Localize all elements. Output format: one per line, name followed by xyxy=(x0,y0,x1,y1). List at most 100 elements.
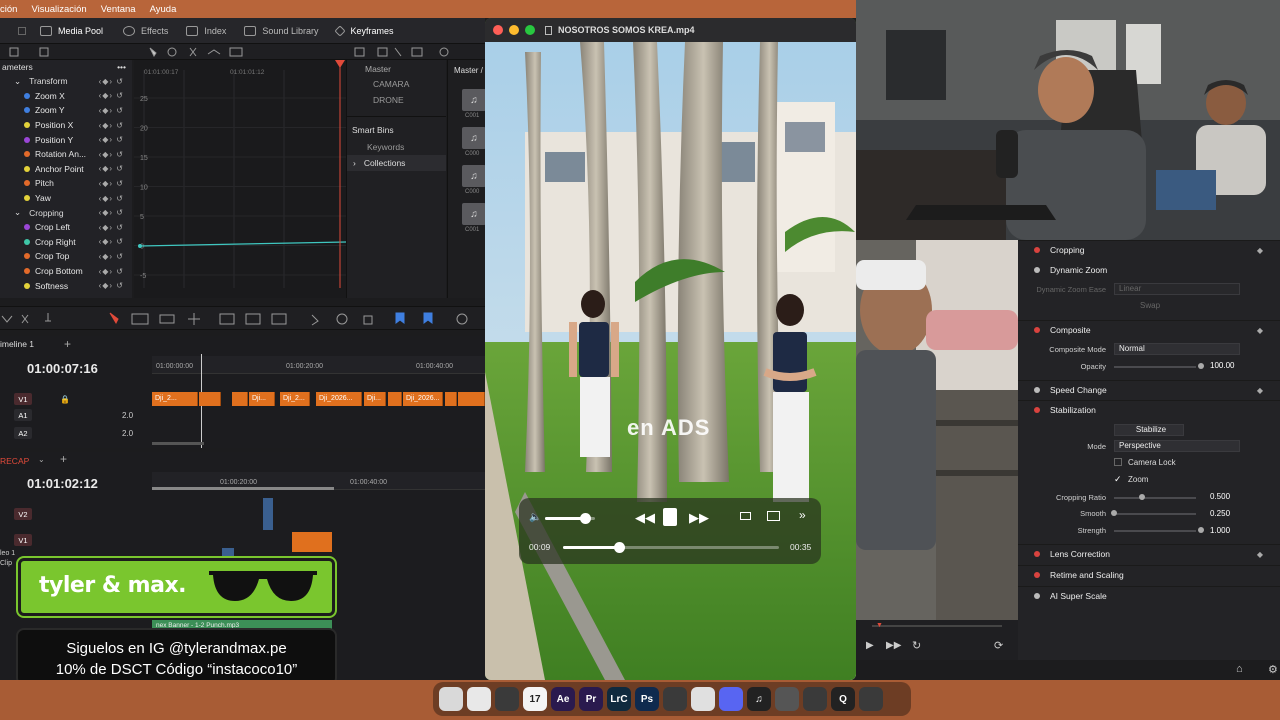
rewind-icon[interactable]: ◀◀ xyxy=(635,510,655,526)
dock-app-icon[interactable] xyxy=(691,687,715,711)
section-lens-correction[interactable]: Lens Correction ◆ xyxy=(1018,544,1280,563)
dynamic-zoom-ease-dropdown[interactable]: Linear xyxy=(1114,283,1240,295)
keyframe-nav-icon[interactable]: ‹◆› ↺ xyxy=(99,179,124,188)
audio-clip-thumb[interactable]: ♫ xyxy=(462,165,486,187)
keyframe-nav-icon[interactable]: ‹◆› ↺ xyxy=(99,150,124,159)
dock-app-icon[interactable] xyxy=(663,687,687,711)
minimize-window-button[interactable] xyxy=(509,25,519,35)
airplay-icon[interactable] xyxy=(740,512,751,520)
video-clip[interactable]: Dji_2026... xyxy=(403,392,443,406)
video-clip[interactable] xyxy=(388,392,402,406)
enable-toggle[interactable] xyxy=(1034,407,1040,413)
loop-icon[interactable]: ↻ xyxy=(912,639,921,652)
dock-app-icon[interactable]: LrC xyxy=(607,687,631,711)
timeline-scrollbar[interactable] xyxy=(152,442,204,445)
range-bar[interactable] xyxy=(152,487,334,490)
lock-icon[interactable]: 🔒 xyxy=(60,395,70,404)
opacity-slider[interactable] xyxy=(1114,366,1196,368)
param-row[interactable]: Anchor Point ‹◆› ↺ xyxy=(0,162,132,177)
volume-icon[interactable]: 🔈 xyxy=(529,512,541,523)
menu-item[interactable]: ción xyxy=(0,4,17,15)
track-badge[interactable]: A1 xyxy=(14,409,32,421)
video-clip[interactable]: Dji_2026... xyxy=(316,392,362,406)
timeline-ruler[interactable]: 01:00:20:00 01:00:40:00 xyxy=(152,472,485,490)
param-row[interactable]: Rotation An... ‹◆› ↺ xyxy=(0,147,132,162)
keyframe-diamond-icon[interactable]: ◆ xyxy=(1257,386,1263,395)
playback-scrubber[interactable] xyxy=(563,542,779,553)
video-clip[interactable]: Dji... xyxy=(249,392,275,406)
keyframe-graph[interactable]: 25 20 15 10 5 0 -5 01:01:00:17 01:01:01:12 xyxy=(134,60,347,298)
bin-camara[interactable]: CAMARA xyxy=(347,76,446,92)
keyframe-nav-icon[interactable]: ‹◆› ↺ xyxy=(99,281,124,290)
cropping-ratio-knob[interactable] xyxy=(1139,494,1145,500)
audio-clip-thumb[interactable]: ♫ xyxy=(462,203,486,225)
dock-app-icon[interactable] xyxy=(495,687,519,711)
param-group[interactable]: ⌄ Cropping ‹◆› ↺ xyxy=(0,205,132,220)
track-badge[interactable]: V1 xyxy=(14,393,32,405)
more-chevrons-icon[interactable]: » xyxy=(799,508,806,522)
toolbar-index[interactable]: Index xyxy=(186,25,226,36)
dock-app-icon[interactable] xyxy=(439,687,463,711)
dock-app-icon[interactable] xyxy=(859,687,883,711)
chevron-down-icon[interactable]: ⌄ xyxy=(38,455,45,464)
keyframe-diamond-icon[interactable]: ◆ xyxy=(1257,326,1263,335)
video-clip[interactable] xyxy=(292,532,332,552)
timeline-name[interactable]: imeline 1 xyxy=(0,339,34,349)
video-clip[interactable] xyxy=(199,392,221,406)
smooth-value[interactable]: 0.250 xyxy=(1210,509,1230,518)
toolbar-keyframes[interactable]: Keyframes xyxy=(334,24,393,37)
play-icon[interactable]: ▶ xyxy=(866,640,874,651)
timeline-name[interactable]: RECAP xyxy=(0,456,29,466)
keyframe-nav-icon[interactable]: ‹◆› ↺ xyxy=(99,208,124,217)
keyframe-nav-icon[interactable]: ‹◆› ↺ xyxy=(99,164,124,173)
dock-app-icon[interactable]: Ae xyxy=(551,687,575,711)
more-options-icon[interactable]: ••• xyxy=(117,62,126,72)
keyframe-graph-canvas[interactable]: 2520151050-501:01:00:17 01:01:01:12 xyxy=(134,60,347,298)
volume-knob[interactable] xyxy=(580,513,591,524)
dock-app-icon[interactable] xyxy=(775,687,799,711)
keyframe-nav-icon[interactable]: ‹◆› ↺ xyxy=(99,77,124,86)
section-stabilization[interactable]: Stabilization xyxy=(1018,400,1280,419)
scrubber-knob[interactable] xyxy=(614,542,626,553)
fast-forward-icon[interactable]: ▶▶ xyxy=(689,510,709,526)
audio-clip-thumb[interactable]: ♫ xyxy=(462,89,486,111)
toolbar-effects[interactable]: Effects xyxy=(123,25,168,36)
menu-item[interactable]: Ventana xyxy=(101,4,136,15)
volume-slider[interactable] xyxy=(545,513,595,524)
keyframe-nav-icon[interactable]: ‹◆› ↺ xyxy=(99,91,124,100)
keyframe-nav-icon[interactable]: ‹◆› ↺ xyxy=(99,267,124,276)
video-frame[interactable] xyxy=(485,42,856,680)
keyframe-nav-icon[interactable]: ‹◆› ↺ xyxy=(99,135,124,144)
bin-master[interactable]: Master xyxy=(347,60,446,76)
keyframe-diamond-icon[interactable]: ◆ xyxy=(1257,550,1263,559)
viewer-playhead-icon[interactable]: ▼ xyxy=(876,622,883,629)
camera-lock-checkbox[interactable] xyxy=(1114,458,1122,466)
video-clip[interactable]: Dji... xyxy=(364,392,386,406)
keyframe-nav-icon[interactable]: ‹◆› ↺ xyxy=(99,121,124,130)
add-timeline-icon[interactable]: + xyxy=(60,452,67,466)
composite-mode-dropdown[interactable]: Normal xyxy=(1114,343,1240,355)
mode-dropdown[interactable]: Perspective xyxy=(1114,440,1240,452)
loop-mode-icon[interactable]: ⟳ xyxy=(994,639,1003,652)
param-row[interactable]: Zoom Y ‹◆› ↺ xyxy=(0,103,132,118)
keyframe-nav-icon[interactable]: ‹◆› ↺ xyxy=(99,106,124,115)
keyframe-nav-icon[interactable]: ‹◆› ↺ xyxy=(99,252,124,261)
param-row[interactable]: Softness ‹◆› ↺ xyxy=(0,278,132,293)
param-row[interactable]: Position X ‹◆› ↺ xyxy=(0,118,132,133)
param-row[interactable]: Crop Bottom ‹◆› ↺ xyxy=(0,264,132,279)
section-dynamic-zoom[interactable]: Dynamic Zoom xyxy=(1018,260,1280,279)
next-clip-icon[interactable]: ▶▶ xyxy=(886,640,901,651)
param-row[interactable]: Zoom X ‹◆› ↺ xyxy=(0,89,132,104)
keyframe-diamond-icon[interactable]: ◆ xyxy=(1257,246,1263,255)
pause-button[interactable] xyxy=(663,508,677,526)
video-clip[interactable] xyxy=(222,548,234,558)
home-icon[interactable]: ⌂ xyxy=(1236,663,1243,675)
audio-clip-thumb[interactable]: ♫ xyxy=(462,127,486,149)
video-clip[interactable] xyxy=(445,392,457,406)
enable-toggle[interactable] xyxy=(1034,387,1040,393)
zoom-window-button[interactable] xyxy=(525,25,535,35)
edit-tool-icons[interactable] xyxy=(0,307,485,331)
enable-toggle[interactable] xyxy=(1034,572,1040,578)
video-clip[interactable] xyxy=(458,392,485,406)
opacity-value[interactable]: 100.00 xyxy=(1210,361,1234,370)
